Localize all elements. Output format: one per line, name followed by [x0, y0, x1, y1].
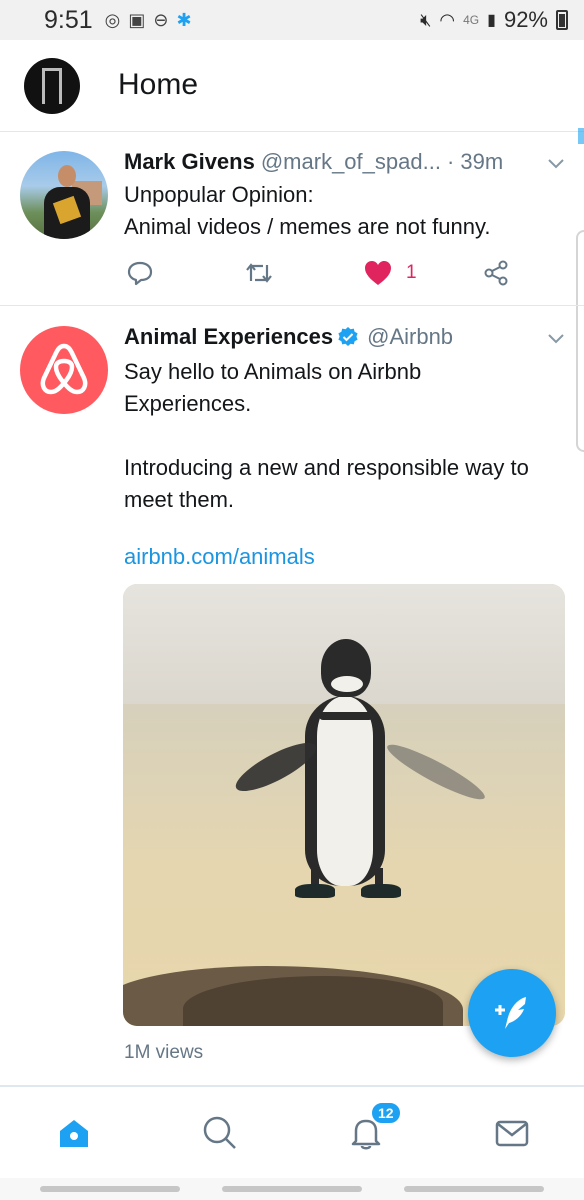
- app-header: Home: [0, 40, 584, 132]
- verified-badge-icon: [338, 327, 358, 346]
- message-icon: ▣: [128, 9, 146, 30]
- like-button[interactable]: 1: [364, 257, 417, 289]
- tweet-text: Unpopular Opinion: Animal videos / memes…: [124, 182, 491, 239]
- tweet-timestamp: · 39m: [446, 149, 504, 174]
- profile-avatar-button[interactable]: [24, 58, 80, 114]
- reply-icon: [127, 261, 153, 286]
- compose-tweet-button[interactable]: [468, 969, 556, 1057]
- do-not-disturb-icon: ⊖: [153, 9, 169, 30]
- status-bar: 9:51 ◎ ▣ ⊖ ✱ 🔇︎ ◠ 4G ▮ 92%: [0, 0, 584, 40]
- app-icon: ✱: [176, 9, 192, 30]
- airbnb-logo-icon: [40, 343, 88, 395]
- status-system-icons: 🔇︎ ◠ 4G ▮ 92%: [420, 7, 568, 33]
- tweet-header: Mark Givens @mark_of_spad... · 39m: [124, 149, 540, 175]
- mute-icon: 🔇︎: [420, 9, 432, 30]
- nav-home-tab[interactable]: [54, 1113, 94, 1153]
- chevron-down-icon[interactable]: [546, 328, 566, 348]
- tweet-header: Animal Experiences @Airbnb: [124, 324, 540, 350]
- avatar-image: [42, 68, 62, 104]
- account-icon: ◎: [104, 9, 121, 30]
- tweet-media-video[interactable]: [123, 584, 565, 1026]
- tweet-text: Say hello to Animals on Airbnb Experienc…: [124, 359, 529, 512]
- tweet[interactable]: Mark Givens @mark_of_spad... · 39m Unpop…: [0, 133, 584, 306]
- user-avatar[interactable]: [20, 151, 108, 239]
- mail-icon: [495, 1120, 529, 1147]
- retweet-button[interactable]: [244, 257, 274, 289]
- signal-icon: ▮: [487, 12, 496, 29]
- notification-badge: 12: [370, 1101, 402, 1125]
- like-count: 1: [406, 262, 417, 283]
- user-avatar[interactable]: [20, 326, 108, 414]
- nav-messages-tab[interactable]: [492, 1113, 532, 1153]
- reply-button[interactable]: [126, 257, 154, 289]
- user-handle: @Airbnb: [367, 324, 454, 349]
- share-icon: [484, 260, 508, 286]
- page-title: Home: [118, 68, 199, 101]
- view-count: 1M views: [124, 1042, 204, 1063]
- home-icon: [60, 1120, 88, 1147]
- display-name[interactable]: Mark Givens: [124, 149, 255, 175]
- status-notification-icons: ◎ ▣ ⊖ ✱: [105, 10, 192, 31]
- heart-icon: [365, 261, 391, 285]
- retweet-icon: [246, 263, 272, 283]
- network-type: 4G: [463, 13, 480, 27]
- display-name[interactable]: Animal Experiences: [124, 324, 333, 350]
- battery-percent: 92%: [503, 7, 548, 32]
- battery-icon: [556, 10, 568, 30]
- tweet-link[interactable]: airbnb.com/animals: [124, 544, 315, 570]
- tweet[interactable]: Animal Experiences @Airbnb Say hello to …: [0, 306, 584, 1086]
- chevron-down-icon[interactable]: [546, 153, 566, 173]
- status-time: 9:51: [44, 5, 93, 34]
- user-handle: @mark_of_spad...: [260, 149, 441, 174]
- wifi-icon: ◠: [439, 9, 456, 30]
- bottom-navigation: 12: [0, 1086, 584, 1178]
- system-gesture-bar: [0, 1178, 584, 1200]
- search-icon: [203, 1116, 236, 1149]
- nav-search-tab[interactable]: [200, 1113, 240, 1153]
- compose-feather-icon: [495, 997, 526, 1029]
- tweet-actions: 1: [124, 257, 514, 289]
- share-button[interactable]: [482, 257, 510, 289]
